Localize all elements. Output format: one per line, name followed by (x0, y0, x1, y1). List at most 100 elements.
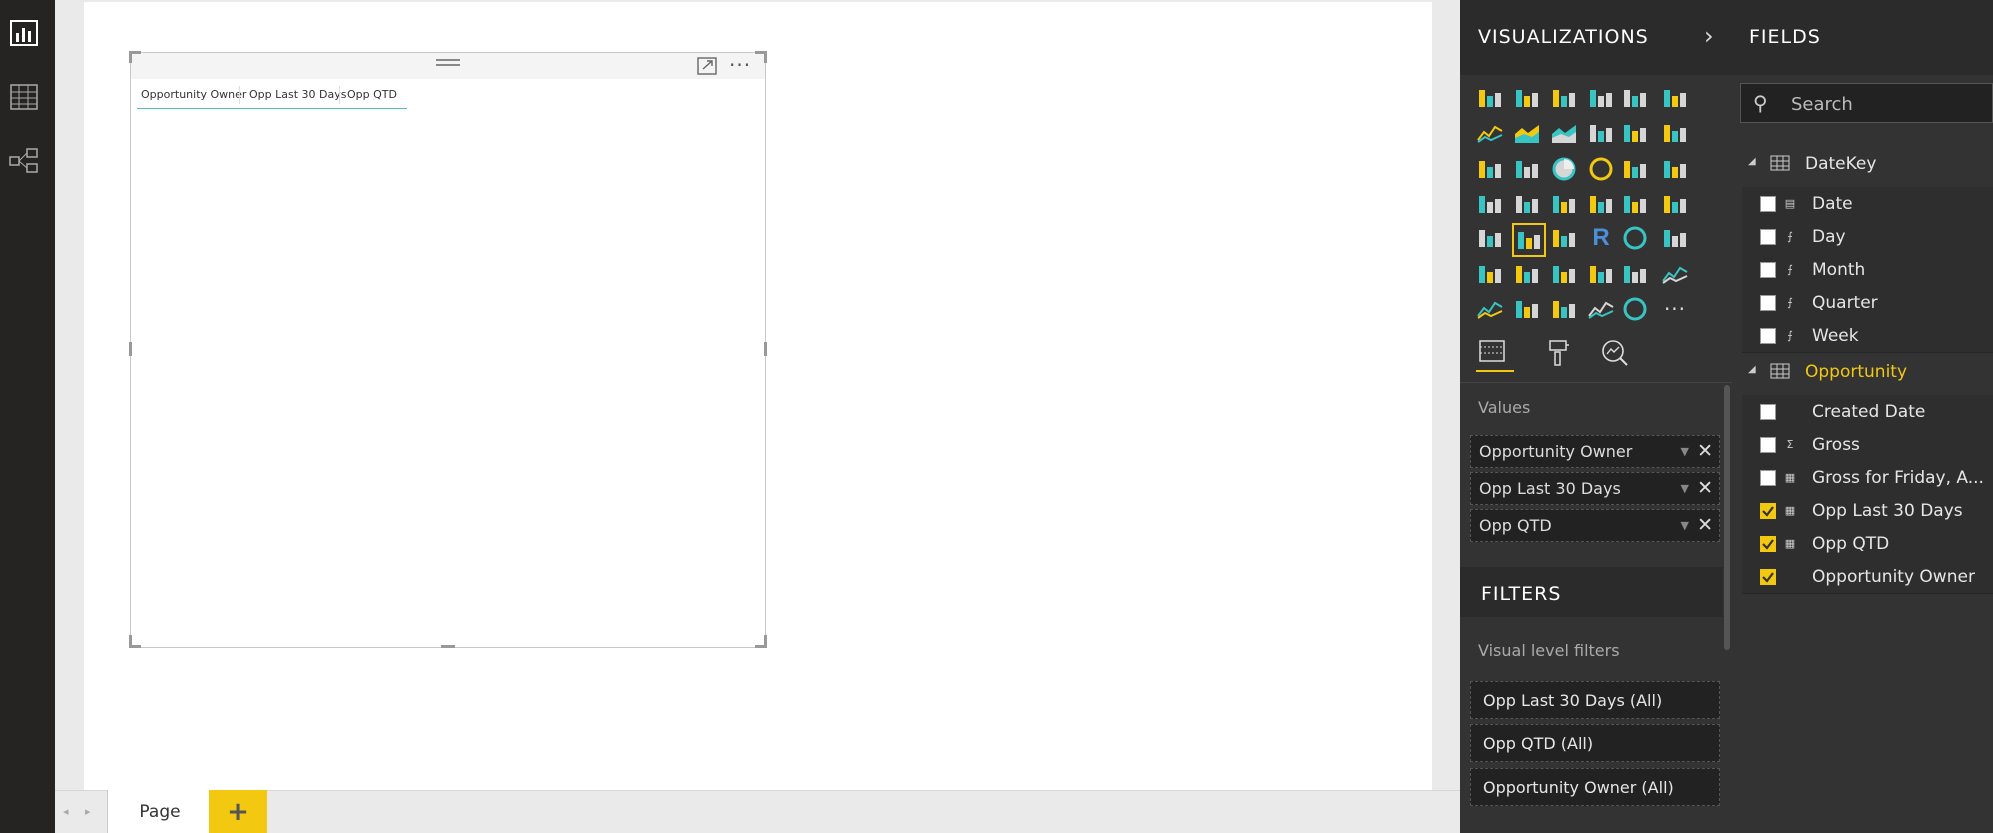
field-row[interactable]: ▦ Gross for Friday, A... (1742, 461, 1993, 495)
field-checkbox[interactable] (1760, 403, 1776, 420)
field-row[interactable]: ▤ Date (1742, 187, 1993, 221)
timer-icon[interactable] (1620, 294, 1650, 324)
table-header-datekey[interactable]: ◢ DateKey (1732, 147, 1993, 181)
line-clustered-icon[interactable] (1620, 118, 1650, 148)
field-checkbox[interactable] (1760, 568, 1776, 585)
pane-scrollbar[interactable] (1724, 385, 1730, 650)
remove-icon[interactable]: ✕ (1697, 477, 1713, 499)
fields-tab-icon[interactable] (1476, 338, 1514, 372)
mixed-icon[interactable] (1549, 259, 1579, 289)
focus-mode-icon[interactable] (697, 57, 717, 75)
gantt-icon[interactable] (1586, 259, 1616, 289)
filled-map-icon[interactable] (1475, 189, 1505, 219)
field-checkbox[interactable] (1760, 502, 1776, 519)
data-view-icon[interactable] (5, 78, 43, 116)
field-row[interactable]: ⨍ Month (1742, 253, 1993, 287)
stacked-column-icon[interactable] (1512, 83, 1542, 113)
heatmap-icon[interactable] (1620, 259, 1650, 289)
resize-handle-bottom-right[interactable] (755, 645, 767, 648)
grid-icon[interactable] (1475, 259, 1505, 289)
field-checkbox[interactable] (1760, 535, 1776, 552)
resize-handle-bottom[interactable] (441, 645, 455, 648)
field-row[interactable]: ⨍ Day (1742, 220, 1993, 254)
field-checkbox[interactable] (1760, 327, 1776, 344)
chevron-down-icon[interactable]: ▼ (1681, 482, 1689, 495)
kpi-icon[interactable] (1660, 189, 1690, 219)
card-icon[interactable] (1586, 189, 1616, 219)
area-chart-icon[interactable] (1512, 118, 1542, 148)
pie-icon[interactable] (1549, 154, 1579, 184)
multi-row-card-icon[interactable] (1620, 189, 1650, 219)
map-icon[interactable] (1660, 154, 1690, 184)
scatter-icon[interactable] (1512, 154, 1542, 184)
remove-icon[interactable]: ✕ (1697, 440, 1713, 462)
values-well-opportunity-owner[interactable]: Opportunity Owner ▼ ✕ (1470, 435, 1720, 468)
more-options-icon[interactable]: ··· (729, 53, 755, 77)
search-visual-icon[interactable] (1512, 294, 1542, 324)
drag-handle-icon[interactable] (436, 59, 460, 71)
r-visual-icon[interactable]: R (1586, 223, 1616, 253)
scroll-left-icon[interactable]: ◂ (63, 805, 69, 818)
add-page-button[interactable]: + (209, 790, 267, 833)
field-row[interactable]: Opportunity Owner (1742, 560, 1993, 594)
chevron-right-icon[interactable]: › (1704, 22, 1714, 50)
values-well-opp-qtd[interactable]: Opp QTD ▼ ✕ (1470, 509, 1720, 542)
donut-icon[interactable] (1586, 154, 1616, 184)
field-search-box[interactable]: ⚲ (1740, 83, 1993, 123)
field-checkbox[interactable] (1760, 228, 1776, 245)
treemap-icon[interactable] (1620, 154, 1650, 184)
bar-icon[interactable] (1660, 223, 1690, 253)
matrix-icon[interactable] (1549, 223, 1579, 253)
field-checkbox[interactable] (1760, 469, 1776, 486)
filter-opportunity-owner[interactable]: Opportunity Owner (All) (1470, 768, 1720, 806)
globe-icon[interactable] (1620, 223, 1650, 253)
format-tab-icon[interactable] (1544, 338, 1576, 370)
slicer-icon[interactable] (1475, 223, 1505, 253)
slide-icon[interactable] (1549, 294, 1579, 324)
100-column-icon[interactable] (1660, 83, 1690, 113)
relationships-view-icon[interactable] (5, 142, 43, 180)
page-tab[interactable]: Page (107, 790, 213, 833)
more-visuals-icon[interactable]: ··· (1660, 294, 1690, 324)
funnel-icon[interactable] (1512, 189, 1542, 219)
table-visual[interactable]: ··· Opportunity Owner Opp Last 30 Days O… (129, 51, 767, 648)
gauge-icon[interactable] (1549, 189, 1579, 219)
resize-handle-bottom-left[interactable] (129, 645, 141, 648)
sparkline-icon[interactable] (1586, 294, 1616, 324)
field-row[interactable]: Created Date (1742, 395, 1993, 429)
field-checkbox[interactable] (1760, 294, 1776, 311)
thermometer-icon[interactable] (1512, 259, 1542, 289)
scroll-right-icon[interactable]: ▸ (85, 805, 91, 818)
table-header-opportunity[interactable]: ◢ Opportunity (1732, 355, 1993, 389)
analytics-tab-icon[interactable] (1600, 338, 1632, 370)
field-checkbox[interactable] (1760, 195, 1776, 212)
clustered-column-icon[interactable] (1586, 83, 1616, 113)
field-checkbox[interactable] (1760, 436, 1776, 453)
report-view-icon[interactable] (5, 14, 43, 52)
100-bar-icon[interactable] (1620, 83, 1650, 113)
field-row[interactable]: ▦ Opp QTD (1742, 527, 1993, 561)
table-icon[interactable] (1512, 223, 1546, 257)
resize-handle-left[interactable] (129, 342, 132, 356)
chevron-down-icon[interactable]: ▼ (1681, 519, 1689, 532)
resize-handle-top-right-v[interactable] (764, 51, 767, 63)
pulse-icon[interactable] (1475, 294, 1505, 324)
expand-triangle-icon[interactable]: ◢ (1748, 156, 1756, 167)
resize-handle-top-left-v[interactable] (129, 51, 132, 63)
clustered-bar-icon[interactable] (1549, 83, 1579, 113)
column-header-opp-qtd[interactable]: Opp QTD (347, 88, 397, 101)
line-column-icon[interactable] (1586, 118, 1616, 148)
field-row[interactable]: ⨍ Week (1742, 319, 1993, 353)
field-row[interactable]: ▦ Opp Last 30 Days (1742, 494, 1993, 528)
line-chart-icon[interactable] (1475, 118, 1505, 148)
stacked-area-icon[interactable] (1549, 118, 1579, 148)
filter-opp-qtd[interactable]: Opp QTD (All) (1470, 724, 1720, 762)
expand-triangle-icon[interactable]: ◢ (1748, 364, 1756, 375)
field-row[interactable]: Σ Gross (1742, 428, 1993, 462)
filter-opp-last-30-days[interactable]: Opp Last 30 Days (All) (1470, 681, 1720, 719)
column-header-opportunity-owner[interactable]: Opportunity Owner (141, 88, 246, 101)
search-input[interactable] (1789, 92, 1983, 116)
ribbon-icon[interactable] (1660, 118, 1690, 148)
chevron-down-icon[interactable]: ▼ (1681, 445, 1689, 458)
stacked-bar-icon[interactable] (1475, 83, 1505, 113)
